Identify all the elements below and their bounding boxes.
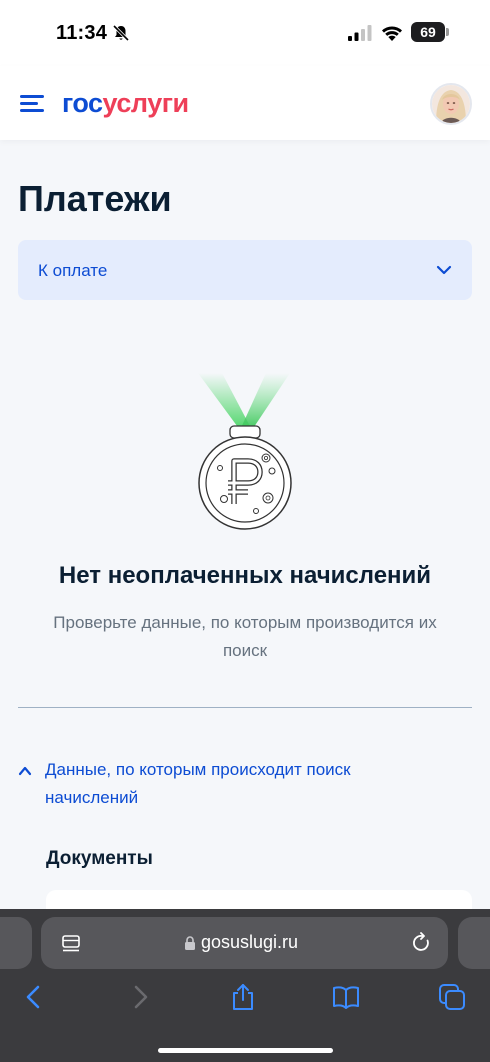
menu-icon[interactable]	[20, 93, 44, 113]
page-title: Платежи	[18, 178, 172, 219]
next-tab-preview[interactable]	[458, 917, 490, 969]
chevron-up-icon	[18, 766, 32, 776]
chevron-down-icon	[436, 265, 452, 275]
search-data-toggle-label: Данные, по которым происходит поиск начи…	[45, 760, 351, 807]
empty-state-title: Нет неоплаченных начислений	[58, 562, 432, 589]
documents-heading: Документы	[46, 848, 153, 869]
ruble-medal-illustration	[198, 373, 292, 530]
back-icon[interactable]	[20, 983, 48, 1011]
payment-filter-select[interactable]: К оплате	[18, 240, 472, 300]
url-text: gosuslugi.ru	[201, 932, 299, 952]
bell-slash-icon	[112, 24, 130, 42]
home-indicator	[158, 1048, 333, 1053]
previous-tab-preview[interactable]	[0, 917, 32, 969]
signal-icon	[348, 25, 372, 41]
address-bar[interactable]: gosuslugi.ru	[41, 917, 448, 969]
tabs-icon[interactable]	[438, 983, 466, 1011]
lock-icon	[185, 936, 195, 950]
avatar[interactable]	[430, 83, 472, 125]
app-header: госуслуги	[0, 66, 490, 140]
filter-selected-value: К оплате	[38, 261, 108, 280]
logo-part2: услуги	[102, 88, 190, 118]
wifi-icon	[382, 26, 402, 41]
logo-part1: гос	[62, 88, 103, 118]
status-bar: 11:34 69	[0, 0, 490, 66]
status-time: 11:34	[56, 22, 108, 44]
battery-icon: 69	[411, 22, 445, 42]
section-divider	[18, 707, 472, 708]
page-menu-icon[interactable]	[61, 933, 81, 953]
browser-toolbar: gosuslugi.ru	[0, 909, 490, 1062]
search-data-toggle[interactable]: Данные, по которым происходит поиск начи…	[18, 756, 472, 816]
reload-icon[interactable]	[412, 932, 432, 954]
empty-state-description: Проверьте данные, по которым производитс…	[53, 613, 437, 660]
share-icon[interactable]	[229, 983, 257, 1011]
forward-icon[interactable]	[126, 983, 154, 1011]
gosuslugi-logo[interactable]: госуслуги	[62, 88, 189, 119]
battery-tip	[446, 28, 449, 36]
bookmarks-icon[interactable]	[332, 983, 360, 1011]
